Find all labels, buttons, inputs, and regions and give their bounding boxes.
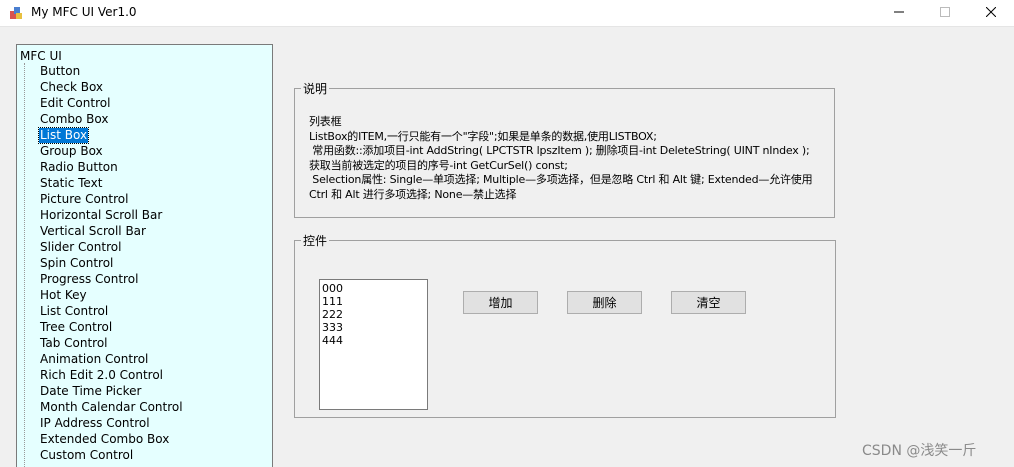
tree-item-vertical-scroll-bar[interactable]: Vertical Scroll Bar: [39, 224, 147, 239]
list-item[interactable]: 000: [322, 282, 425, 295]
tree-item-progress-control[interactable]: Progress Control: [39, 272, 139, 287]
clear-button[interactable]: 清空: [671, 291, 746, 314]
minimize-button[interactable]: [876, 0, 922, 26]
tree-item-group-box[interactable]: Group Box: [39, 144, 104, 159]
list-item[interactable]: 111: [322, 295, 425, 308]
tree-item-tree-control[interactable]: Tree Control: [39, 320, 113, 335]
tree-item-edit-control[interactable]: Edit Control: [39, 96, 111, 111]
window-title: My MFC UI Ver1.0: [31, 5, 137, 19]
tree-item-custom-control[interactable]: Custom Control: [39, 448, 134, 463]
tree-item-radio-button[interactable]: Radio Button: [39, 160, 119, 175]
list-item[interactable]: 222: [322, 308, 425, 321]
tree-root-item[interactable]: MFC UI: [20, 48, 62, 64]
tree-item-date-time-picker[interactable]: Date Time Picker: [39, 384, 142, 399]
tree-item-spin-control[interactable]: Spin Control: [39, 256, 114, 271]
tree-item-horizontal-scroll-bar[interactable]: Horizontal Scroll Bar: [39, 208, 163, 223]
tree-item-static-text[interactable]: Static Text: [39, 176, 103, 191]
tree-item-hot-key[interactable]: Hot Key: [39, 288, 88, 303]
tree-item-animation-control[interactable]: Animation Control: [39, 352, 149, 367]
close-icon: [985, 6, 997, 20]
tree-item-list-control[interactable]: List Control: [39, 304, 109, 319]
tree-item-check-box[interactable]: Check Box: [39, 80, 104, 95]
description-group-box: 说明 列表框 ListBox的ITEM,一行只能有一个"字段";如果是单条的数据…: [294, 80, 835, 218]
controls-group-legend: 控件: [303, 234, 328, 248]
mfc-app-icon: [8, 5, 24, 21]
delete-button[interactable]: 删除: [567, 291, 642, 314]
watermark-text: CSDN @浅笑一斤: [862, 443, 977, 459]
controls-group-box: 控件 000 111 222 333 444 增加 删除 清空: [294, 232, 836, 418]
close-button[interactable]: [968, 0, 1014, 26]
list-item[interactable]: 444: [322, 334, 425, 347]
tree-item-combo-box[interactable]: Combo Box: [39, 112, 110, 127]
tree-item-picture-control[interactable]: Picture Control: [39, 192, 129, 207]
tree-item-list-box[interactable]: List Box: [37, 127, 90, 144]
description-text: 列表框 ListBox的ITEM,一行只能有一个"字段";如果是单条的数据,使用…: [309, 115, 813, 201]
tree-item-slider-control[interactable]: Slider Control: [39, 240, 122, 255]
tree-item-tab-control[interactable]: Tab Control: [39, 336, 109, 351]
tree-item-month-calendar-control[interactable]: Month Calendar Control: [39, 400, 184, 415]
tree-connector-line: [24, 63, 25, 467]
tree-item-button[interactable]: Button: [39, 64, 81, 79]
description-group-legend: 说明: [303, 82, 328, 96]
minimize-icon: [894, 6, 904, 20]
tree-item-rich-edit-control[interactable]: Rich Edit 2.0 Control: [39, 368, 164, 383]
tree-control[interactable]: MFC UI Button Check Box Edit Control Com…: [16, 44, 273, 467]
maximize-button[interactable]: [922, 0, 968, 26]
tree-item-extended-combo-box[interactable]: Extended Combo Box: [39, 432, 170, 447]
tree-item-ip-address-control[interactable]: IP Address Control: [39, 416, 151, 431]
demo-list-box[interactable]: 000 111 222 333 444: [319, 279, 428, 410]
title-bar: My MFC UI Ver1.0: [0, 0, 1014, 27]
add-button[interactable]: 增加: [463, 291, 538, 314]
maximize-icon: [940, 6, 950, 20]
list-item[interactable]: 333: [322, 321, 425, 334]
